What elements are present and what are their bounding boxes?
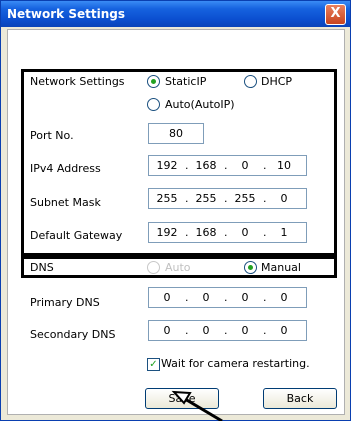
primary-dns-dot-3: . xyxy=(263,291,267,304)
dns-label: DNS xyxy=(30,261,54,274)
subnet-octet-3: 255 xyxy=(234,192,256,205)
window-title: Network Settings xyxy=(7,7,125,21)
secondary-dns-dot-1: . xyxy=(185,324,189,337)
secondary-dns-dot-2: . xyxy=(224,324,228,337)
save-button[interactable]: Save xyxy=(145,388,219,409)
network-settings-window: Network Settings X Network Settings Stat… xyxy=(0,0,351,421)
title-bar: Network Settings X xyxy=(1,1,350,27)
ipv4-label: IPv4 Address xyxy=(30,162,101,175)
secondary-dns-octet-1: 0 xyxy=(163,324,171,337)
secondary-dns-label: Secondary DNS xyxy=(30,328,116,341)
autoip-radio-label: Auto(AutoIP) xyxy=(165,98,235,111)
wait-restart-checkbox[interactable]: ✓ xyxy=(147,358,160,371)
ipv4-input[interactable]: 192 . 168 . 0 . 10 xyxy=(148,155,307,176)
port-value: 80 xyxy=(169,127,183,140)
subnet-octet-2: 255 xyxy=(195,192,217,205)
gateway-dot-2: . xyxy=(224,226,228,239)
primary-dns-octet-4: 0 xyxy=(280,291,288,304)
dns-manual-radio-label: Manual xyxy=(261,261,301,274)
secondary-dns-octet-2: 0 xyxy=(202,324,210,337)
primary-dns-label: Primary DNS xyxy=(30,296,100,309)
subnet-octet-1: 255 xyxy=(156,192,178,205)
ipv4-octet-1: 192 xyxy=(156,159,178,172)
staticip-radio-label: StaticIP xyxy=(165,75,207,88)
primary-dns-dot-2: . xyxy=(224,291,228,304)
gateway-input[interactable]: 192 . 168 . 0 . 1 xyxy=(148,222,307,243)
subnet-dot-3: . xyxy=(263,192,267,205)
subnet-input[interactable]: 255 . 255 . 255 . 0 xyxy=(148,188,307,209)
back-button[interactable]: Back xyxy=(263,388,337,409)
ipv4-dot-3: . xyxy=(263,159,267,172)
ipv4-dot-2: . xyxy=(224,159,228,172)
close-button[interactable]: X xyxy=(325,4,346,25)
primary-dns-input[interactable]: 0 . 0 . 0 . 0 xyxy=(148,287,307,308)
autoip-radio[interactable] xyxy=(147,98,160,111)
dns-auto-radio[interactable] xyxy=(147,261,160,274)
port-label: Port No. xyxy=(30,129,74,142)
gateway-dot-3: . xyxy=(263,226,267,239)
ipv4-dot-1: . xyxy=(185,159,189,172)
secondary-dns-octet-4: 0 xyxy=(280,324,288,337)
subnet-octet-4: 0 xyxy=(280,192,288,205)
secondary-dns-input[interactable]: 0 . 0 . 0 . 0 xyxy=(148,320,307,341)
primary-dns-octet-2: 0 xyxy=(202,291,210,304)
dns-auto-radio-label: Auto xyxy=(165,261,191,274)
gateway-octet-3: 0 xyxy=(241,226,249,239)
subnet-label: Subnet Mask xyxy=(30,196,101,209)
gateway-octet-2: 168 xyxy=(195,226,217,239)
ipv4-octet-4: 10 xyxy=(277,159,291,172)
primary-dns-octet-1: 0 xyxy=(163,291,171,304)
gateway-label: Default Gateway xyxy=(30,229,123,242)
wait-restart-label: Wait for camera restarting. xyxy=(161,357,310,370)
secondary-dns-octet-3: 0 xyxy=(241,324,249,337)
primary-dns-dot-1: . xyxy=(185,291,189,304)
primary-dns-octet-3: 0 xyxy=(241,291,249,304)
staticip-radio[interactable] xyxy=(147,75,160,88)
dhcp-radio-label: DHCP xyxy=(261,75,293,88)
ipv4-octet-3: 0 xyxy=(241,159,249,172)
dhcp-radio[interactable] xyxy=(244,75,257,88)
network-settings-label: Network Settings xyxy=(30,75,125,88)
dns-manual-radio[interactable] xyxy=(244,261,257,274)
ipv4-octet-2: 168 xyxy=(195,159,217,172)
port-input[interactable]: 80 xyxy=(148,123,204,144)
settings-panel: Network Settings StaticIP DHCP Auto(Auto… xyxy=(7,29,345,415)
subnet-dot-2: . xyxy=(224,192,228,205)
gateway-dot-1: . xyxy=(185,226,189,239)
subnet-dot-1: . xyxy=(185,192,189,205)
secondary-dns-dot-3: . xyxy=(263,324,267,337)
gateway-octet-4: 1 xyxy=(280,226,288,239)
gateway-octet-1: 192 xyxy=(156,226,178,239)
